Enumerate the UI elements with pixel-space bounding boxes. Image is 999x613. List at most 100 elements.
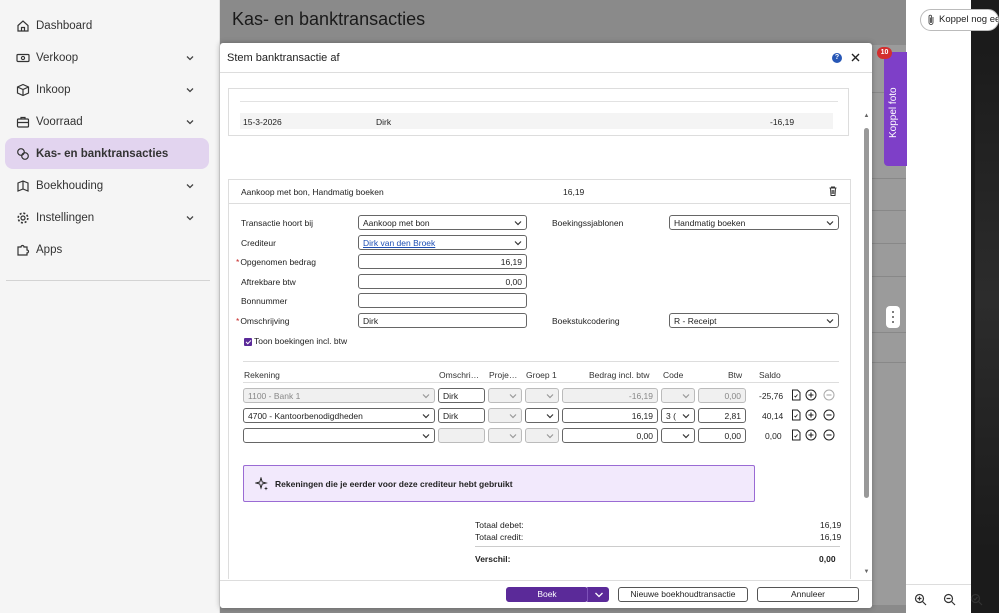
row3-btw-input[interactable]: 0,00 — [698, 428, 746, 443]
close-icon[interactable] — [850, 52, 861, 63]
transactie-label: Transactie hoort bij — [241, 218, 313, 228]
add-row-icon[interactable] — [805, 389, 817, 401]
koppel-document-button[interactable]: Koppel nog een — [920, 9, 999, 31]
table-divider — [872, 332, 906, 333]
chevron-down-icon — [595, 592, 603, 598]
chevron-down-icon — [186, 56, 194, 61]
attach-document-icon[interactable] — [790, 409, 802, 421]
zoom-in-icon[interactable] — [914, 593, 927, 606]
attach-document-icon[interactable] — [790, 429, 802, 441]
add-row-icon[interactable] — [805, 409, 817, 421]
chevron-down-icon — [509, 394, 517, 399]
scrollbar[interactable] — [864, 128, 869, 498]
aftrekbare-btw-input[interactable]: 0,00 — [358, 274, 527, 289]
row2-project-select[interactable] — [488, 408, 522, 423]
koppel-foto-label: Koppel foto — [888, 87, 899, 138]
crediteur-link[interactable]: Dirk van den Broek — [363, 238, 435, 248]
notification-badge: 10 — [877, 47, 892, 59]
transactie-select[interactable]: Aankoop met bon — [358, 215, 527, 230]
transaction-name: Dirk — [376, 117, 392, 127]
sidebar-item-apps[interactable]: Apps — [5, 234, 209, 265]
chevron-down-icon — [546, 414, 554, 419]
attach-document-icon[interactable] — [790, 389, 802, 401]
omschrijving-label: *Omschrijving — [236, 316, 290, 326]
opgenomen-bedrag-input[interactable]: 16,19 — [358, 254, 527, 269]
chevron-down-icon — [186, 216, 194, 221]
chevron-down-icon — [186, 88, 194, 93]
sidebar-item-dashboard[interactable]: Dashboard — [5, 10, 209, 41]
sidebar-item-verkoop[interactable]: Verkoop — [5, 42, 209, 73]
sjablonen-label: Boekingssjablonen — [552, 218, 624, 228]
row2-btw-input[interactable]: 2,81 — [698, 408, 746, 423]
scroll-down-icon[interactable]: ▼ — [863, 569, 870, 575]
chevron-down-icon — [509, 414, 517, 419]
bonnummer-label: Bonnummer — [241, 296, 288, 306]
annuleer-button[interactable]: Annuleer — [757, 587, 859, 602]
chevron-down-icon — [186, 184, 194, 189]
row2-code-select[interactable]: 3 ( — [661, 408, 695, 423]
chevron-down-icon — [514, 241, 522, 246]
reconcile-dialog: Stem banktransactie af ? ▲ ▼ 15-3-2026 D… — [220, 43, 872, 608]
row3-project-select[interactable] — [488, 428, 522, 443]
row1-saldo: -25,76 — [759, 391, 784, 401]
remove-row-icon[interactable] — [823, 429, 835, 441]
omschrijving-input[interactable]: Dirk — [358, 313, 527, 328]
suggested-accounts-panel[interactable]: Rekeningen die je eerder voor deze credi… — [243, 465, 755, 502]
column-header-saldo: Saldo — [759, 370, 781, 380]
toon-btw-checkbox[interactable] — [244, 338, 252, 346]
boek-button[interactable]: Boek — [506, 587, 588, 602]
add-row-icon[interactable] — [805, 429, 817, 441]
scroll-up-icon[interactable]: ▲ — [863, 113, 870, 119]
book-icon — [15, 178, 30, 193]
row2-rekening-select[interactable]: 4700 - Kantoorbenodigdheden — [243, 408, 435, 423]
table-divider — [243, 382, 839, 383]
more-options-icon[interactable] — [886, 306, 900, 328]
remove-row-icon[interactable] — [823, 409, 835, 421]
row2-bedrag-input[interactable]: 16,19 — [562, 408, 658, 423]
totaal-debet-value: 16,19 — [820, 520, 842, 530]
table-divider — [872, 243, 906, 244]
zoom-out-icon[interactable] — [943, 593, 956, 606]
table-divider — [872, 178, 906, 179]
sidebar-item-instellingen[interactable]: Instellingen — [5, 202, 209, 233]
gear-icon — [15, 210, 30, 225]
sidebar-item-label: Instellingen — [36, 211, 95, 224]
row3-code-select[interactable] — [661, 428, 695, 443]
sidebar-item-label: Apps — [36, 243, 63, 256]
row1-omschrijving-input[interactable]: Dirk — [438, 388, 485, 403]
row3-rekening-select[interactable] — [243, 428, 435, 443]
koppel-foto-tab[interactable]: Koppel foto — [884, 52, 907, 166]
chevron-down-icon — [422, 394, 430, 399]
sidebar-item-boekhouding[interactable]: Boekhouding — [5, 170, 209, 201]
row2-omschrijving-input[interactable]: Dirk — [438, 408, 485, 423]
totals-divider — [475, 546, 840, 547]
dialog-footer: Boek Nieuwe boekhoudtransactie Annuleer — [220, 580, 872, 608]
row2-groep-select[interactable] — [525, 408, 559, 423]
verschil-value: 0,00 — [819, 554, 836, 564]
box-icon — [15, 82, 30, 97]
crediteur-select[interactable]: Dirk van den Broek — [358, 235, 527, 250]
zoom-toolbar — [906, 584, 983, 613]
crediteur-label: Crediteur — [241, 238, 276, 248]
sidebar-item-voorraad[interactable]: Voorraad — [5, 106, 209, 137]
sidebar-item-inkoop[interactable]: Inkoop — [5, 74, 209, 105]
aftrekbare-btw-label: Aftrekbare btw — [241, 277, 296, 287]
boek-dropdown-button[interactable] — [587, 587, 609, 602]
boekstukcodering-select[interactable]: R - Receipt — [669, 313, 839, 328]
page-title: Kas- en banktransacties — [232, 9, 426, 29]
totaal-debet-label: Totaal debet: — [475, 520, 524, 530]
trash-icon[interactable] — [827, 185, 839, 197]
row3-omschrijving-input[interactable] — [438, 428, 485, 443]
totaal-credit-value: 16,19 — [820, 532, 842, 542]
chevron-down-icon — [826, 319, 834, 324]
nieuwe-boekhoudtransactie-button[interactable]: Nieuwe boekhoudtransactie — [618, 587, 748, 602]
row3-groep-select[interactable] — [525, 428, 559, 443]
row3-bedrag-input[interactable]: 0,00 — [562, 428, 658, 443]
boekingssjablonen-select[interactable]: Handmatig boeken — [669, 215, 839, 230]
zoom-fit-icon[interactable] — [970, 593, 983, 606]
sidebar-item-kas-en-banktransacties[interactable]: Kas- en banktransacties — [5, 138, 209, 169]
bonnummer-input[interactable] — [358, 293, 527, 308]
document-preview — [971, 0, 999, 613]
column-header-code: Code — [663, 370, 684, 380]
help-icon[interactable]: ? — [832, 53, 842, 63]
